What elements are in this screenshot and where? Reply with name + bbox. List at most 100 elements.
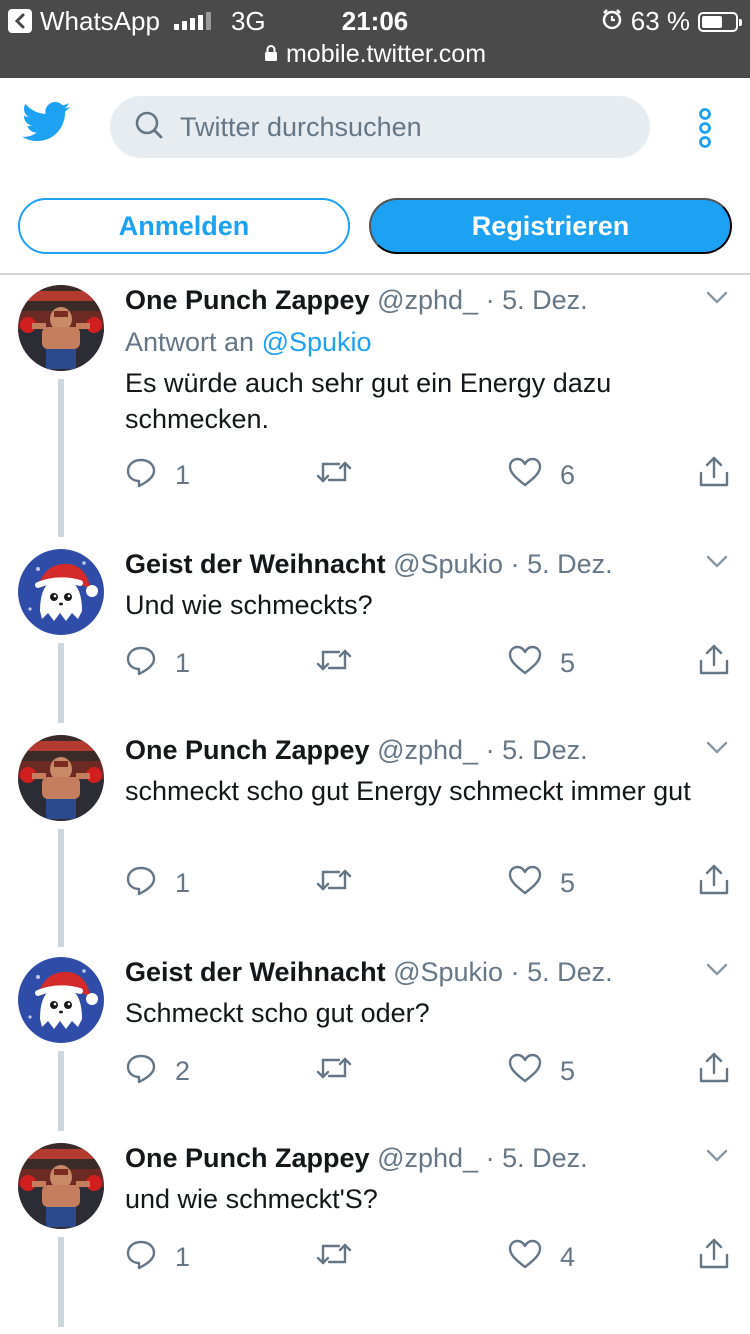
tweet-date[interactable]: 5. Dez. — [527, 957, 613, 987]
share-icon — [698, 643, 730, 684]
heart-icon — [508, 1053, 542, 1090]
tweet-actions: 14 — [125, 1237, 730, 1277]
reply-count: 1 — [175, 459, 191, 490]
like-button[interactable]: 4 — [508, 1237, 575, 1277]
share-icon — [698, 1237, 730, 1278]
heart-icon — [508, 645, 542, 682]
reply-button[interactable]: 1 — [125, 1237, 190, 1277]
reply-icon — [125, 644, 157, 683]
like-button[interactable]: 5 — [508, 1051, 575, 1091]
display-name[interactable]: Geist der Weihnacht — [125, 549, 386, 579]
reply-count: 2 — [175, 1055, 191, 1086]
header-separator: · — [485, 735, 495, 765]
display-name[interactable]: One Punch Zappey — [125, 285, 370, 315]
tweet[interactable]: Geist der Weihnacht @Spukio · 5. Dez. Und… — [0, 547, 750, 723]
reply-button[interactable]: 1 — [125, 643, 190, 683]
header-separator: · — [510, 549, 520, 579]
header-separator: · — [485, 285, 495, 315]
tweet-menu-chevron-icon[interactable] — [706, 555, 728, 574]
share-icon — [698, 1051, 730, 1092]
share-button[interactable] — [698, 1051, 730, 1091]
tweet[interactable]: One Punch Zappey @zphd_ · 5. Dez. und wie… — [0, 1141, 750, 1327]
tweet-header: One Punch Zappey @zphd_ · 5. Dez. — [125, 733, 730, 767]
reply-icon — [125, 1052, 157, 1091]
tweet-date[interactable]: 5. Dez. — [502, 1143, 588, 1173]
reply-icon — [125, 864, 157, 903]
reply-count: 1 — [175, 1241, 191, 1272]
header-separator: · — [485, 1143, 495, 1173]
tweet-actions: 16 — [125, 455, 730, 495]
battery-icon — [698, 11, 742, 32]
tweet[interactable]: One Punch Zappey @zphd_ · 5. Dez. Antwort… — [0, 283, 750, 537]
thread-line — [58, 1237, 64, 1327]
tweet-date[interactable]: 5. Dez. — [502, 285, 588, 315]
ghost-santa-avatar[interactable] — [18, 549, 104, 635]
tweet-text: Es würde auch sehr gut ein Energy dazu s… — [125, 368, 612, 434]
auth-actions: Anmelden Registrieren — [0, 196, 750, 274]
display-name[interactable]: One Punch Zappey — [125, 1143, 370, 1173]
like-count: 6 — [560, 459, 576, 490]
user-handle[interactable]: @zphd_ — [377, 1143, 478, 1173]
thread-line — [58, 1051, 64, 1131]
tweet-header: One Punch Zappey @zphd_ · 5. Dez. — [125, 283, 730, 317]
share-icon — [698, 455, 730, 496]
header-separator: · — [510, 957, 520, 987]
search-input[interactable] — [180, 111, 620, 143]
share-button[interactable] — [698, 863, 730, 903]
retweet-button[interactable] — [315, 1051, 371, 1091]
boxer-avatar[interactable] — [18, 735, 104, 821]
retweet-icon — [315, 865, 353, 902]
user-handle[interactable]: @Spukio — [393, 957, 503, 987]
tweet-menu-chevron-icon[interactable] — [706, 291, 728, 310]
thread-line — [58, 643, 64, 723]
search-box[interactable] — [110, 96, 650, 158]
twitter-bird-icon[interactable] — [22, 102, 70, 147]
retweet-icon — [315, 1053, 353, 1090]
retweet-button[interactable] — [315, 455, 371, 495]
share-button[interactable] — [698, 455, 730, 495]
ghost-santa-avatar[interactable] — [18, 957, 104, 1043]
tweet-header: Geist der Weihnacht @Spukio · 5. Dez. — [125, 955, 730, 989]
heart-icon — [508, 457, 542, 494]
share-button[interactable] — [698, 643, 730, 683]
reply-prefix: Antwort an — [125, 327, 255, 357]
login-button[interactable]: Anmelden — [18, 198, 350, 254]
url-text: mobile.twitter.com — [285, 40, 487, 68]
reply-mention-link[interactable]: @Spukio — [262, 327, 372, 357]
display-name[interactable]: One Punch Zappey — [125, 735, 370, 765]
tweet-date[interactable]: 5. Dez. — [502, 735, 588, 765]
tweet-menu-chevron-icon[interactable] — [706, 1149, 728, 1168]
reply-count: 1 — [175, 867, 191, 898]
retweet-button[interactable] — [315, 643, 371, 683]
reply-button[interactable]: 1 — [125, 863, 190, 903]
boxer-avatar[interactable] — [18, 1143, 104, 1229]
share-button[interactable] — [698, 1237, 730, 1277]
tweet-actions: 15 — [125, 643, 730, 683]
reply-count: 1 — [175, 647, 191, 678]
more-options-icon[interactable] — [692, 108, 718, 153]
tweet[interactable]: One Punch Zappey @zphd_ · 5. Dez. schmeck… — [0, 733, 750, 947]
display-name[interactable]: Geist der Weihnacht — [125, 957, 386, 987]
tweet[interactable]: Geist der Weihnacht @Spukio · 5. Dez. Sch… — [0, 955, 750, 1131]
user-handle[interactable]: @Spukio — [393, 549, 503, 579]
tweet-menu-chevron-icon[interactable] — [706, 963, 728, 982]
like-count: 5 — [560, 1055, 576, 1086]
reply-button[interactable]: 2 — [125, 1051, 190, 1091]
tweet-menu-chevron-icon[interactable] — [706, 741, 728, 760]
boxer-avatar[interactable] — [18, 285, 104, 371]
tweet-date[interactable]: 5. Dez. — [527, 549, 613, 579]
like-button[interactable]: 5 — [508, 863, 575, 903]
register-button[interactable]: Registrieren — [369, 198, 732, 254]
user-handle[interactable]: @zphd_ — [377, 285, 478, 315]
url-bar[interactable]: mobile.twitter.com — [0, 40, 750, 69]
retweet-button[interactable] — [315, 1237, 371, 1277]
retweet-icon — [315, 645, 353, 682]
search-icon — [134, 110, 164, 145]
retweet-button[interactable] — [315, 863, 371, 903]
reply-button[interactable]: 1 — [125, 455, 190, 495]
like-count: 4 — [560, 1241, 576, 1272]
tweet-header: Geist der Weihnacht @Spukio · 5. Dez. — [125, 547, 730, 581]
like-button[interactable]: 5 — [508, 643, 575, 683]
user-handle[interactable]: @zphd_ — [377, 735, 478, 765]
like-button[interactable]: 6 — [508, 455, 575, 495]
